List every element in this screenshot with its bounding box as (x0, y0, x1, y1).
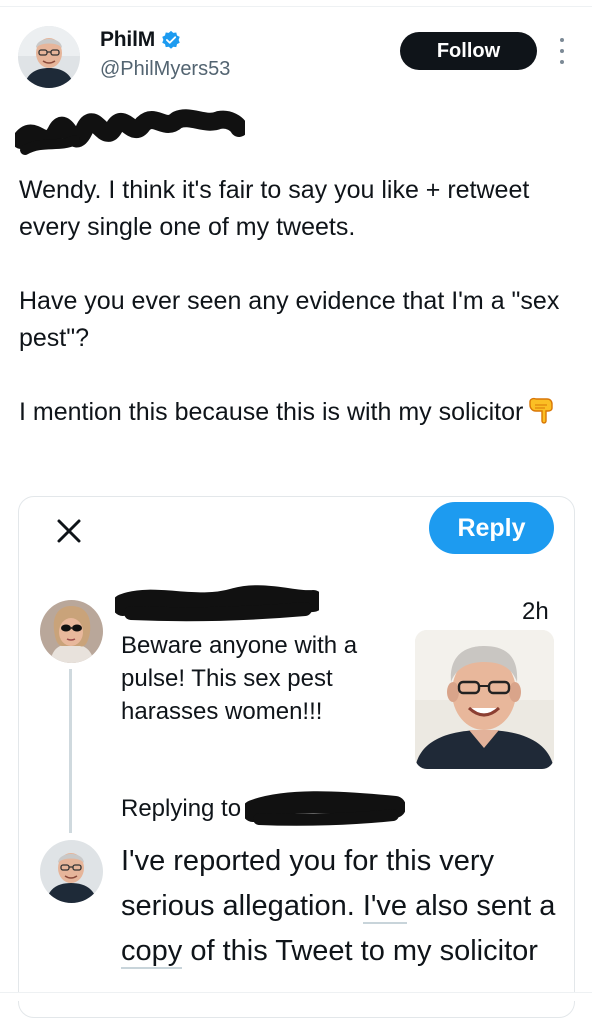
reply-text-part: I've (362, 890, 408, 924)
backhand-index-pointing-down-emoji (529, 397, 554, 424)
quoted-tweet-text: Beware anyone with a pulse! This sex pes… (121, 632, 358, 725)
quoted-author-avatar[interactable] (40, 600, 103, 663)
quoted-tweet-time: 2h (522, 598, 549, 625)
tweet-paragraph-text: I mention this because this is with my s… (19, 398, 524, 426)
reply-author-avatar[interactable] (40, 840, 103, 903)
reply-tweet-text: I've reported you for this very serious … (121, 839, 561, 974)
reply-text-part: copy (121, 935, 183, 969)
quoted-tweet-photo[interactable] (415, 630, 554, 769)
author-avatar[interactable] (18, 26, 80, 88)
author-display-name[interactable]: PhilM (100, 28, 155, 52)
replying-to-label: Replying to (121, 795, 242, 822)
close-icon[interactable] (55, 517, 83, 545)
tweet-paragraph: Wendy. I think it's fair to say you like… (19, 176, 530, 241)
redaction-scribble (15, 109, 245, 155)
reply-text-part: of this Tweet to my solicitor (182, 935, 538, 967)
reply-button[interactable]: Reply (429, 502, 554, 554)
redaction-scribble (245, 791, 405, 826)
redaction-scribble (115, 585, 319, 622)
more-options-icon[interactable] (556, 38, 568, 64)
top-divider (0, 6, 592, 7)
thread-line (69, 669, 72, 833)
author-handle[interactable]: @PhilMyers53 (100, 58, 230, 81)
reply-text-part: also sent a (407, 890, 556, 922)
tweet-paragraph: I mention this because this is with my s… (19, 394, 579, 431)
verified-badge-icon (162, 30, 180, 49)
embedded-screenshot[interactable]: Reply 2h Beware anyone with a pulse! Thi… (18, 496, 575, 1018)
follow-button[interactable]: Follow (400, 32, 537, 70)
tweet-paragraph: Have you ever seen any evidence that I'm… (19, 287, 560, 352)
author-name-row[interactable]: PhilM (100, 28, 181, 52)
